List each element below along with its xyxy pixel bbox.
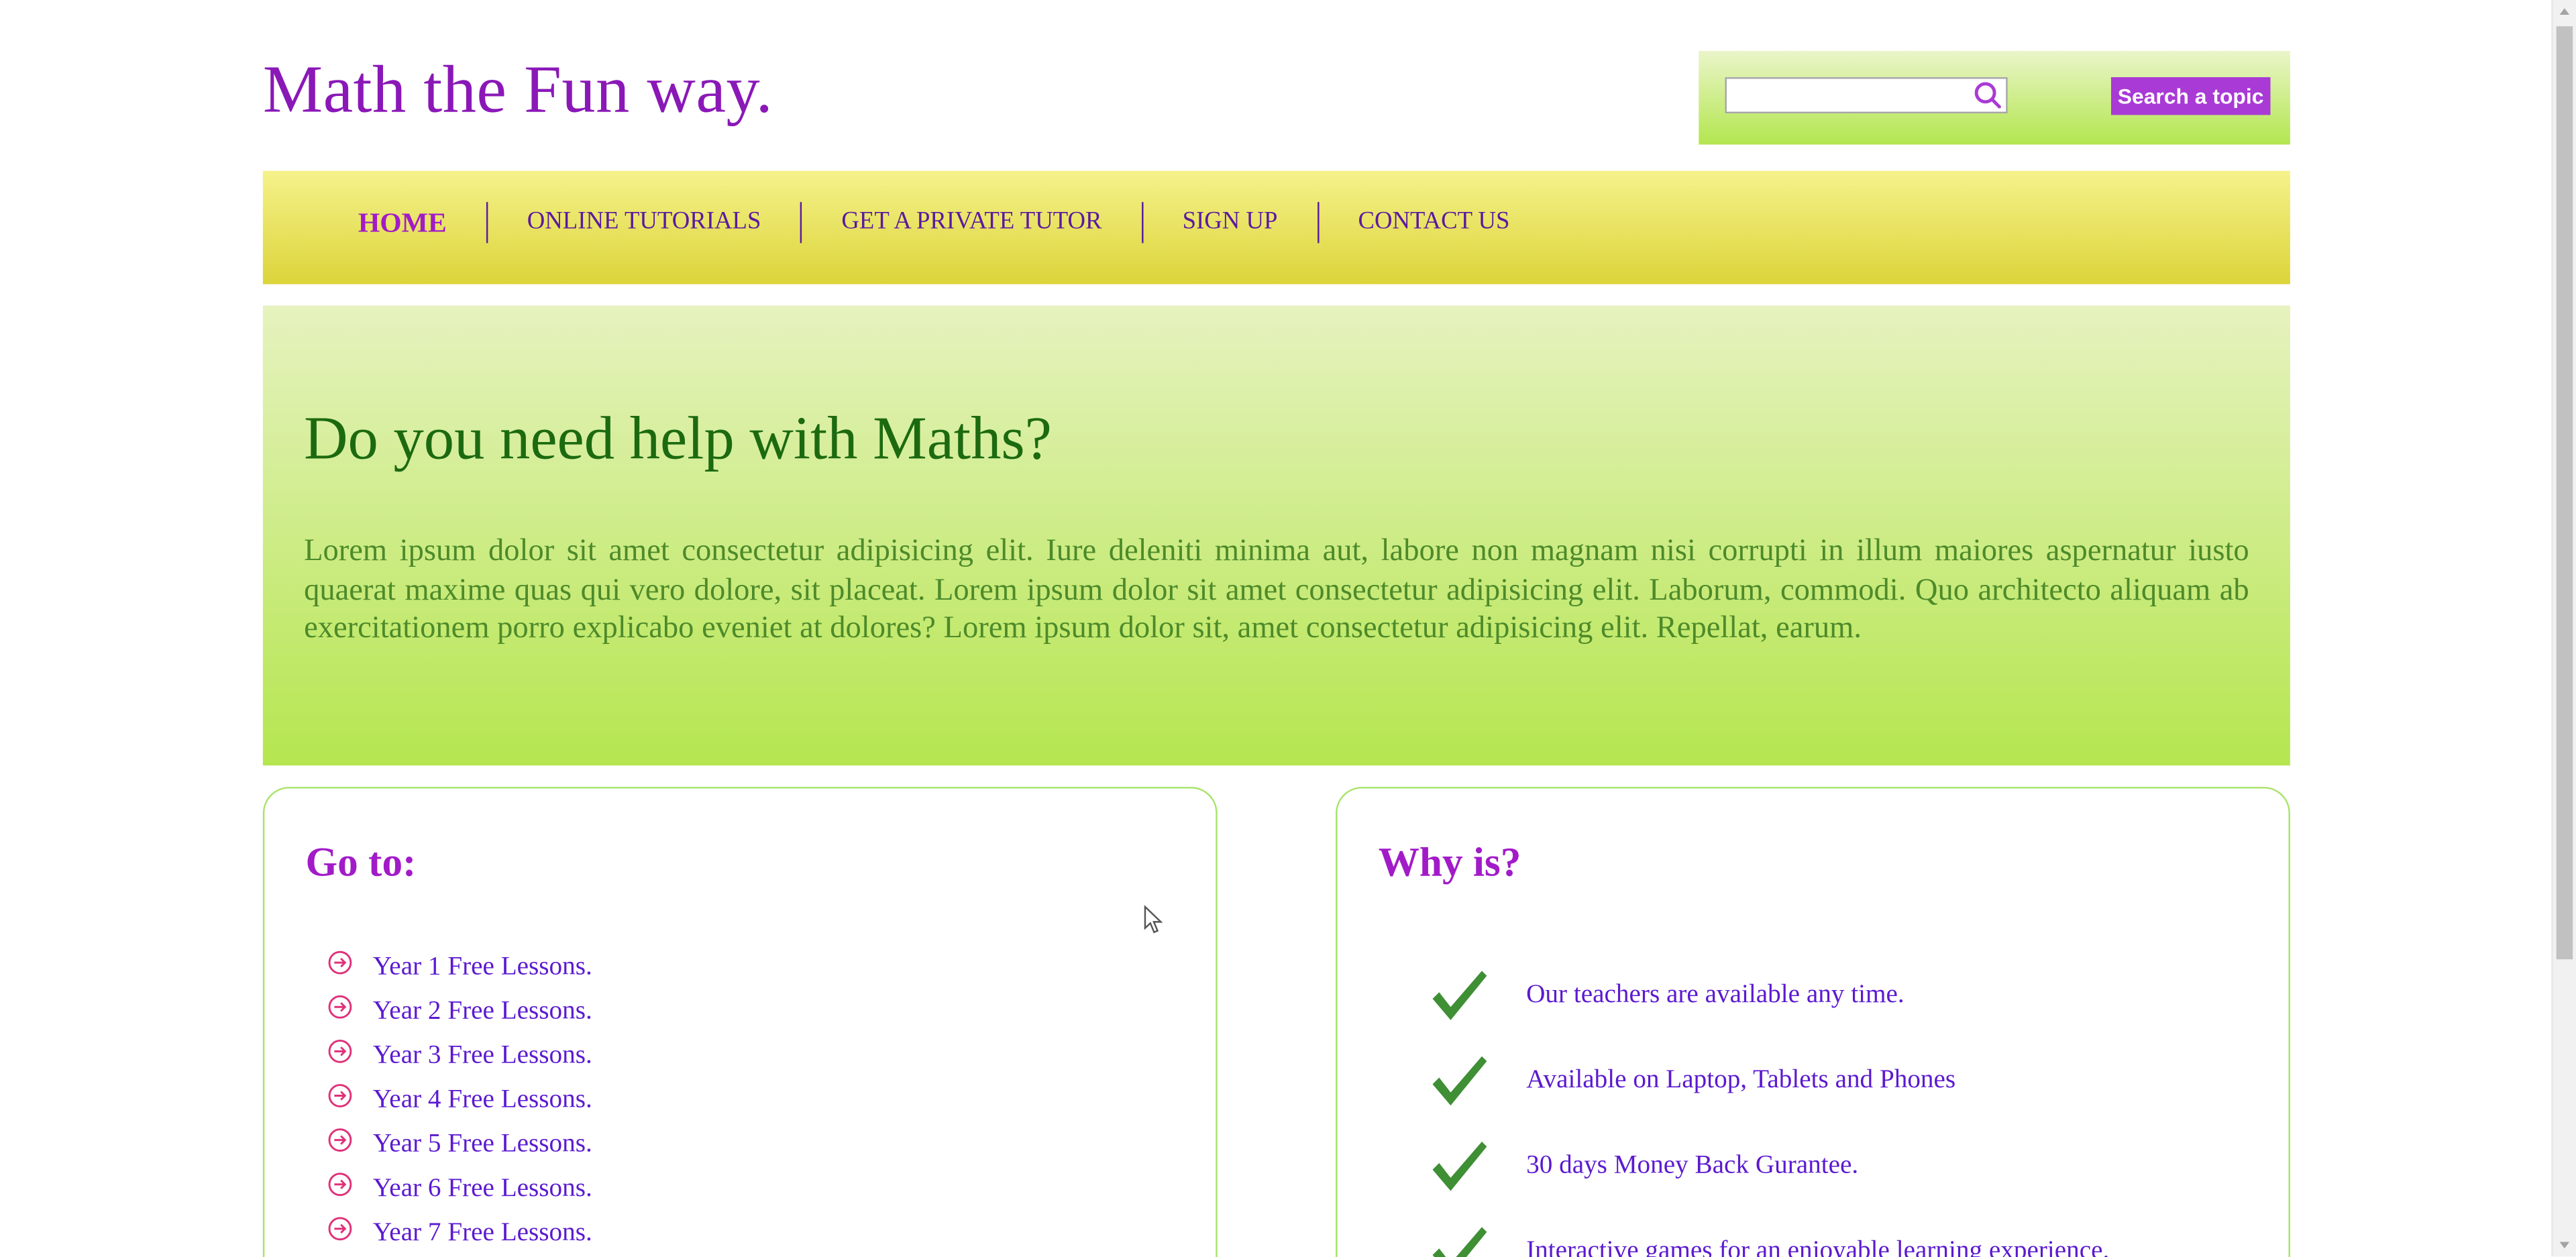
mouse-pointer-icon [1144,905,1163,934]
why-list-item: 30 days Money Back Gurantee. [1430,1124,2110,1209]
main-nav: HOME ONLINE TUTORIALS GET A PRIVATE TUTOR S… [262,170,2290,284]
search-button[interactable]: Search a topic [2110,77,2271,115]
lesson-label[interactable]: Year 2 Free Lessons. [373,996,592,1026]
circle-arrow-right-icon [328,1216,352,1240]
why-item-label: 30 days Money Back Gurantee. [1526,1151,1859,1180]
hero-section: Do you need help with Maths? Lorem ipsum… [262,305,2290,766]
nav-list: HOME ONLINE TUTORIALS GET A PRIVATE TUTOR S… [338,202,1549,243]
search-icon[interactable] [1973,80,2002,110]
why-card: Why is? Our teachers are available any t… [1336,787,2290,1257]
nav-item-sign-up[interactable]: SIGN UP [1141,202,1317,243]
nav-item-get-a-private-tutor[interactable]: GET A PRIVATE TUTOR [800,202,1141,243]
checkmark-icon [1432,1142,1487,1191]
why-item-label: Our teachers are available any time. [1526,981,1904,1009]
circle-arrow-right-icon [328,994,352,1018]
circle-arrow-right-icon [328,1172,352,1195]
goto-card: Go to: Year 1 Free Lessons. Year 2 Free L… [262,787,1218,1257]
hero-title: Do you need help with Maths? [304,405,1052,474]
lesson-link[interactable]: Year 2 Free Lessons. [327,989,592,1033]
why-list-item: Interactive games for an enjoyable learn… [1430,1209,2110,1257]
lesson-label[interactable]: Year 5 Free Lessons. [373,1130,592,1159]
page: Math the Fun way. Search a topic HOME ONL… [0,0,2576,1257]
why-list: Our teachers are available any time. Avai… [1430,952,2110,1257]
checkmark-icon [1432,971,1487,1020]
search-box: Search a topic [1699,50,2290,145]
lesson-label[interactable]: Year 4 Free Lessons. [373,1085,592,1115]
lesson-link[interactable]: Year 1 Free Lessons. [327,944,592,989]
lesson-label[interactable]: Year 7 Free Lessons. [373,1218,592,1248]
checkmark-icon [1432,1227,1487,1257]
lesson-link[interactable]: Year 7 Free Lessons. [327,1211,592,1255]
lesson-label[interactable]: Year 3 Free Lessons. [373,1040,592,1070]
why-item-label: Interactive games for an enjoyable learn… [1526,1237,2110,1257]
scroll-thumb[interactable] [2556,26,2573,960]
nav-item-home[interactable]: HOME [338,202,486,243]
lesson-link[interactable]: Year 6 Free Lessons. [327,1166,592,1211]
nav-item-contact-us[interactable]: CONTACT US [1317,202,1549,243]
why-title: Why is? [1378,840,1521,886]
lesson-link[interactable]: Year 4 Free Lessons. [327,1078,592,1122]
why-list-item: Available on Laptop, Tablets and Phones [1430,1038,2110,1124]
lesson-label[interactable]: Year 6 Free Lessons. [373,1174,592,1203]
scroll-down-icon[interactable] [2559,1242,2570,1249]
goto-title: Go to: [305,840,417,886]
why-item-label: Available on Laptop, Tablets and Phones [1526,1066,1956,1095]
site-title[interactable]: Math the Fun way. [263,49,773,128]
lesson-label[interactable]: Year 1 Free Lessons. [373,952,592,981]
circle-arrow-right-icon [328,950,352,974]
lesson-link[interactable]: Year 5 Free Lessons. [327,1122,592,1166]
circle-arrow-right-icon [328,1038,352,1062]
nav-item-online-tutorials[interactable]: ONLINE TUTORIALS [486,202,801,243]
scroll-up-icon[interactable] [2559,8,2570,15]
lesson-list: Year 1 Free Lessons. Year 2 Free Lessons.… [327,944,592,1255]
checkmark-icon [1432,1056,1487,1106]
lesson-link[interactable]: Year 3 Free Lessons. [327,1033,592,1077]
viewport: Math the Fun way. Search a topic HOME ONL… [0,0,2576,1257]
circle-arrow-right-icon [328,1127,352,1151]
circle-arrow-right-icon [328,1083,352,1107]
vertical-scrollbar[interactable] [2551,0,2576,1257]
hero-text: Lorem ipsum dolor sit amet consectetur a… [304,533,2249,646]
why-list-item: Our teachers are available any time. [1430,952,2110,1038]
search-input[interactable] [1725,77,2008,113]
